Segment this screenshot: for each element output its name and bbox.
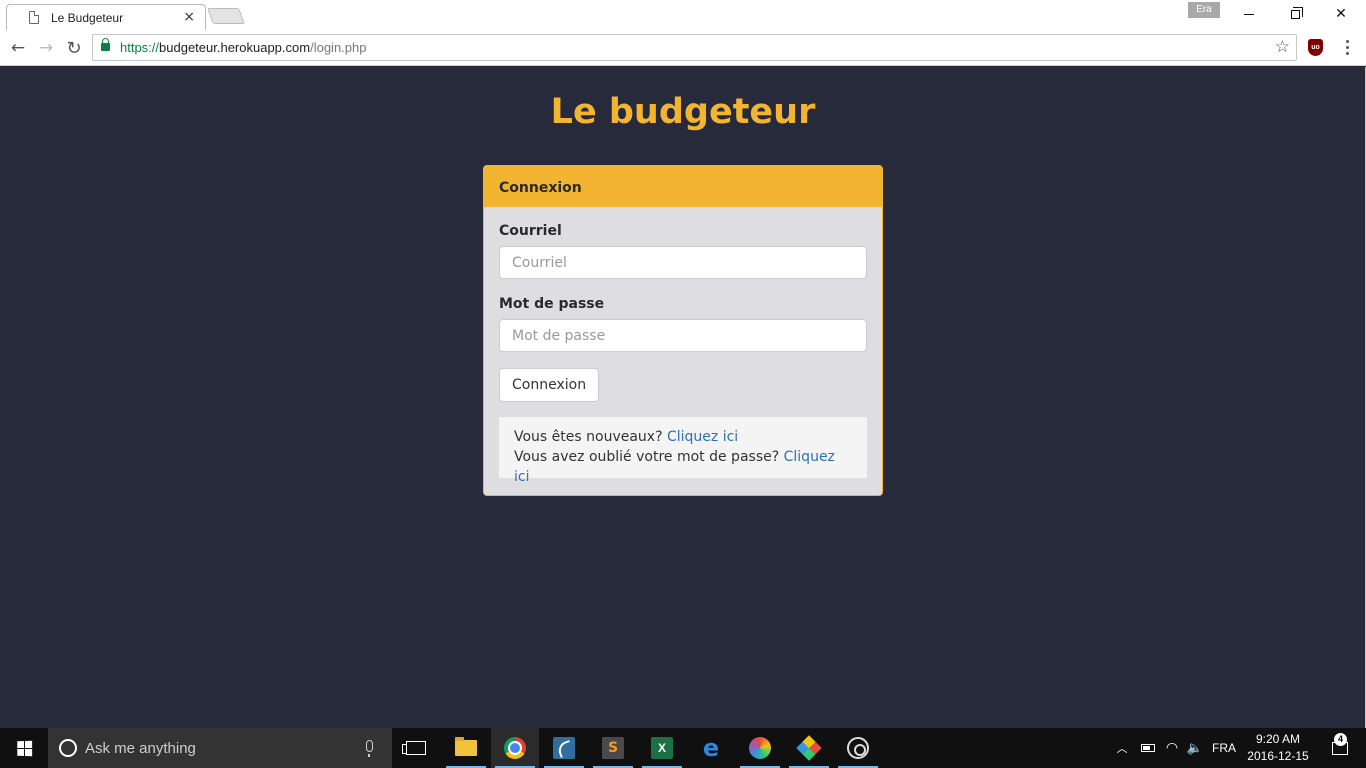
task-view-button[interactable] [392, 728, 440, 768]
start-button[interactable] [0, 728, 48, 768]
help-box: Vous êtes nouveaux? Cliquez ici Vous ave… [499, 417, 867, 485]
lock-icon [101, 38, 110, 51]
taskbar-edge[interactable]: e [687, 728, 735, 768]
tab-close-icon[interactable]: × [183, 9, 195, 25]
obs-icon [847, 737, 869, 759]
paint-icon [749, 737, 771, 759]
page-viewport: Le budgeteur Connexion Courriel Mot de p… [0, 67, 1366, 728]
taskbar-file-explorer[interactable] [442, 728, 490, 768]
tab-title: Le Budgeteur [51, 10, 124, 25]
address-bar[interactable]: https://budgeteur.herokuapp.com/login.ph… [92, 34, 1297, 61]
forgot-line: Vous avez oublié votre mot de passe? Cli… [514, 447, 852, 487]
signup-link[interactable]: Cliquez ici [667, 429, 738, 445]
notification-badge: 4 [1334, 733, 1347, 746]
browser-tab-strip: Le Budgeteur × Era ✕ [0, 0, 1366, 30]
email-field[interactable] [499, 246, 867, 279]
new-user-line: Vous êtes nouveaux? Cliquez ici [514, 427, 852, 447]
clock-date: 2016-12-15 [1247, 749, 1309, 763]
taskbar: Ask me anything S X e ︿ ◠ 🔈 FRA 9:20 AM … [0, 728, 1366, 768]
restore-icon [1290, 6, 1303, 19]
wifi-icon[interactable]: ◠ [1162, 728, 1182, 768]
ublock-icon[interactable]: uo [1308, 39, 1323, 56]
page-title: Le budgeteur [550, 92, 816, 132]
clock-time: 9:20 AM [1255, 732, 1301, 746]
taskbar-paint[interactable] [736, 728, 784, 768]
chrome-icon [504, 737, 526, 759]
password-label: Mot de passe [499, 296, 605, 312]
task-view-icon [402, 741, 426, 755]
star-icon[interactable]: ☆ [1275, 37, 1290, 57]
search-placeholder: Ask me anything [85, 740, 196, 757]
close-window-button[interactable]: ✕ [1318, 0, 1364, 28]
forward-icon: → [38, 38, 54, 58]
new-user-text: Vous êtes nouveaux? [514, 429, 663, 445]
taskbar-obs[interactable] [834, 728, 882, 768]
forward-button[interactable]: → [35, 37, 57, 59]
sublime-text-icon: S [602, 737, 624, 759]
taskbar-git[interactable] [785, 728, 833, 768]
microphone-icon[interactable] [366, 740, 373, 757]
panel-heading-text: Connexion [499, 180, 582, 196]
git-icon [796, 735, 822, 761]
volume-icon[interactable]: 🔈 [1185, 728, 1205, 768]
show-hidden-icons-button[interactable]: ︿ [1112, 728, 1132, 768]
taskbar-chrome[interactable] [491, 728, 539, 768]
reload-button[interactable]: ↻ [63, 37, 85, 59]
action-center-button[interactable]: 4 [1322, 728, 1358, 768]
back-icon: ← [10, 38, 26, 58]
chevron-up-icon: ︿ [1116, 742, 1128, 755]
battery-icon[interactable] [1138, 728, 1158, 768]
url-text[interactable]: https://budgeteur.herokuapp.com/login.ph… [120, 40, 366, 55]
browser-toolbar: ← → ↻ https://budgeteur.herokuapp.com/lo… [0, 30, 1366, 66]
cortana-icon [59, 739, 77, 757]
back-button[interactable]: ← [7, 37, 29, 59]
login-panel: Connexion Courriel Mot de passe Connexio… [483, 165, 883, 496]
document-icon [29, 11, 39, 24]
email-label: Courriel [499, 223, 562, 239]
forgot-text: Vous avez oublié votre mot de passe? [514, 449, 780, 465]
minimize-icon [1244, 13, 1254, 15]
browser-tab[interactable]: Le Budgeteur × [6, 4, 206, 30]
clock[interactable]: 9:20 AM 2016-12-15 [1244, 731, 1312, 765]
windows-logo-icon [16, 740, 32, 756]
edge-icon: e [702, 734, 720, 762]
panel-body: Courriel Mot de passe Connexion Vous ête… [484, 207, 882, 493]
close-icon: ✕ [1335, 6, 1347, 22]
taskbar-mysql-workbench[interactable] [540, 728, 588, 768]
taskbar-excel[interactable]: X [638, 728, 686, 768]
login-button[interactable]: Connexion [499, 368, 600, 402]
reload-icon: ↻ [66, 37, 82, 59]
profile-button[interactable]: Era [1188, 2, 1220, 18]
panel-heading: Connexion [484, 166, 882, 207]
folder-icon [455, 737, 477, 756]
password-field[interactable] [499, 319, 867, 352]
mysql-workbench-icon [553, 737, 575, 759]
new-tab-button[interactable] [207, 8, 245, 24]
taskbar-search[interactable]: Ask me anything [48, 728, 392, 768]
taskbar-sublime-text[interactable]: S [589, 728, 637, 768]
menu-icon[interactable] [1342, 37, 1352, 57]
minimize-button[interactable] [1226, 0, 1272, 28]
excel-icon: X [651, 737, 673, 759]
input-language[interactable]: FRA [1210, 728, 1238, 768]
restore-button[interactable] [1272, 0, 1318, 28]
